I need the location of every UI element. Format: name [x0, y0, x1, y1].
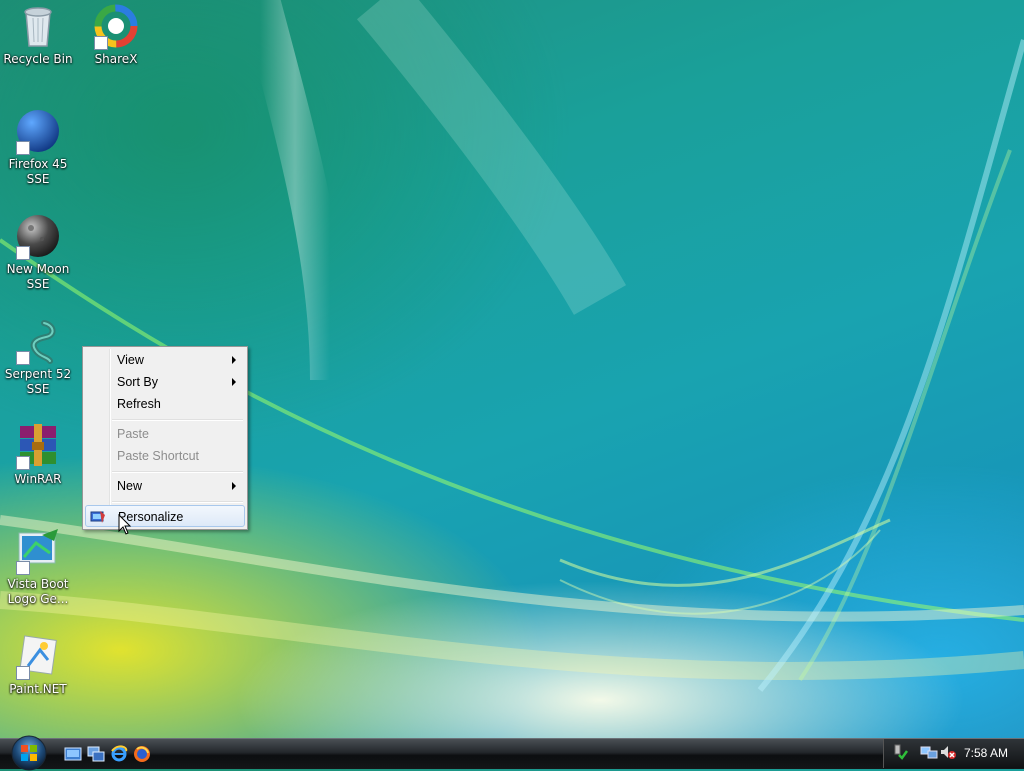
desktop-icon-label: Firefox 45 SSE [8, 157, 68, 186]
desktop-icon-serpent-52-sse[interactable]: Serpent 52 SSE [0, 317, 76, 397]
internet-explorer-icon[interactable] [110, 745, 128, 763]
firefox-icon[interactable] [133, 745, 151, 763]
taskbar [0, 738, 1024, 769]
menu-item-label: New [117, 479, 143, 493]
shortcut-arrow-icon [16, 666, 30, 680]
network-icon[interactable] [920, 743, 938, 761]
menu-item-label: View [117, 353, 144, 367]
start-button[interactable] [8, 735, 50, 771]
new-moon-icon [14, 212, 62, 260]
firefox-icon [14, 107, 62, 155]
show-desktop-icon[interactable] [64, 745, 82, 763]
shortcut-arrow-icon [94, 36, 108, 50]
desktop-icon-paint-net[interactable]: Paint.NET [0, 632, 76, 697]
winrar-icon [14, 422, 62, 470]
desktop-icon-sharex[interactable]: ShareX [78, 2, 154, 67]
switch-windows-icon[interactable] [87, 745, 105, 763]
paintnet-icon [14, 632, 62, 680]
desktop-icon-label: Paint.NET [9, 682, 67, 696]
shortcut-arrow-icon [16, 246, 30, 260]
menu-item-label: Paste Shortcut [117, 449, 199, 463]
shortcut-arrow-icon [16, 141, 30, 155]
menu-item-label: Refresh [117, 397, 161, 411]
menu-item-sort-by[interactable]: Sort By [85, 371, 245, 393]
serpent-icon [14, 317, 62, 365]
desktop-icon-firefox-45-sse[interactable]: Firefox 45 SSE [0, 107, 76, 187]
submenu-arrow-icon [232, 378, 236, 386]
menu-separator [112, 419, 243, 421]
desktop-icon-label: New Moon SSE [6, 262, 70, 291]
menu-item-paste-shortcut[interactable]: Paste Shortcut [85, 445, 245, 467]
desktop-icon-vista-boot-logo[interactable]: Vista Boot Logo Ge... [0, 527, 76, 607]
volume-muted-icon[interactable] [939, 743, 957, 761]
shortcut-arrow-icon [16, 456, 30, 470]
desktop-icon-winrar[interactable]: WinRAR [0, 422, 76, 487]
mouse-cursor-icon [118, 514, 132, 535]
menu-separator [112, 471, 243, 473]
vista-boot-logo-icon [14, 527, 62, 575]
menu-item-refresh[interactable]: Refresh [85, 393, 245, 415]
menu-item-personalize[interactable]: Personalize [85, 505, 245, 527]
shortcut-arrow-icon [16, 351, 30, 365]
safely-remove-icon[interactable] [891, 743, 909, 761]
personalize-icon [90, 511, 105, 523]
desktop-context-menu: View Sort By Refresh Paste Paste Shortcu… [82, 346, 248, 530]
submenu-arrow-icon [232, 482, 236, 490]
menu-item-paste[interactable]: Paste [85, 423, 245, 445]
desktop-icon-label: Serpent 52 SSE [4, 367, 72, 396]
menu-item-label: Sort By [117, 375, 158, 389]
shortcut-arrow-icon [16, 561, 30, 575]
desktop-icon-new-moon-sse[interactable]: New Moon SSE [0, 212, 76, 292]
desktop-icon-label: Vista Boot Logo Ge... [7, 577, 69, 606]
menu-item-new[interactable]: New [85, 475, 245, 497]
menu-item-label: Paste [117, 427, 149, 441]
desktop-icon-recycle-bin[interactable]: Recycle Bin [0, 2, 76, 67]
desktop-icon-label: Recycle Bin [3, 52, 73, 66]
submenu-arrow-icon [232, 356, 236, 364]
desktop-icon-label: ShareX [94, 52, 138, 66]
recycle-bin-icon [14, 2, 62, 50]
menu-item-view[interactable]: View [85, 349, 245, 371]
sharex-icon [92, 2, 140, 50]
menu-separator [112, 501, 243, 503]
desktop-icon-label: WinRAR [14, 472, 62, 486]
taskbar-clock[interactable]: 7:58 AM [964, 746, 1008, 760]
